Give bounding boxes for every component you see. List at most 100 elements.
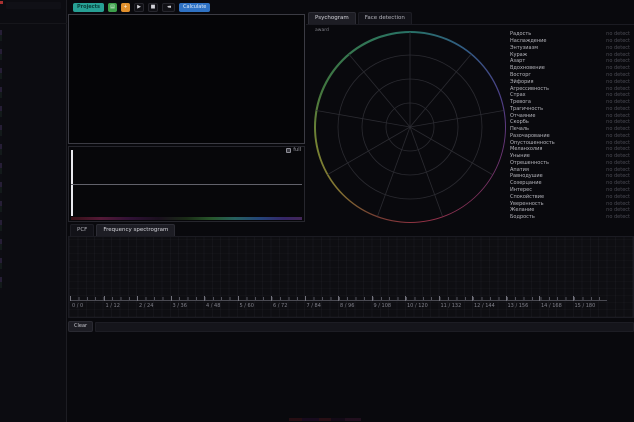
psychogram-panel: Psychogram Face detection award [306,12,634,222]
emotion-name: Восторг [510,72,531,78]
emotion-name: Уверенность [510,201,544,207]
projects-button[interactable]: Projects [73,3,104,12]
emotion-name: Интерес [510,187,532,193]
emotion-row: Уныние no detect [510,153,630,160]
axis-tick: 10 / 120 [405,301,439,314]
emotion-value: no detect [606,92,630,98]
clear-bar: Clear [68,320,634,333]
emotion-name: Бодрость [510,214,535,220]
volume-button[interactable]: ◂◂ [162,3,175,12]
spectrogram-plot[interactable]: 0 / 0 1 / 12 2 / 24 3 / 36 4 [68,236,634,318]
tab-pcf[interactable]: PCF [70,224,94,236]
emotion-value: no detect [606,45,630,51]
emotion-value: no detect [606,106,630,112]
tick-label: 15 / 180 [575,303,596,309]
radar-grid [314,31,506,223]
axis-tick: 8 / 96 [338,301,372,314]
emotion-name: Страх [510,92,526,98]
calculate-button[interactable]: Calculate [179,3,210,12]
emotion-row: Восторг no detect [510,72,630,79]
emotion-name: Апатия [510,167,529,173]
time-axis: 0 / 0 1 / 12 2 / 24 3 / 36 4 [70,300,607,314]
add-button[interactable]: + [121,3,130,12]
tick-label: 12 / 144 [474,303,495,309]
spectrogram-tabs: PCF Frequency spectrogram [70,224,175,236]
emotion-list: Радость no detect Наслаждение no detect … [510,31,630,220]
emotion-row: Созерцание no detect [510,180,630,187]
playhead-cursor[interactable] [71,150,73,216]
emotion-value: no detect [606,86,630,92]
emotion-name: Опустошенность [510,140,555,146]
axis-tick: 11 / 132 [439,301,473,314]
axis-tick: 4 / 48 [204,301,238,314]
stop-icon: ■ [151,5,156,10]
stop-button[interactable]: ■ [148,3,158,12]
emotion-value: no detect [606,99,630,105]
emotion-row: Уверенность no detect [510,200,630,207]
tick-label: 8 / 96 [340,303,354,309]
tab-frequency-spectrogram[interactable]: Frequency spectrogram [96,224,175,236]
tick-label: 3 / 36 [173,303,187,309]
projects-sidebar [0,0,67,422]
tab-face-detection[interactable]: Face detection [358,12,412,24]
tick-label: 2 / 24 [139,303,153,309]
emotion-value: no detect [606,160,630,166]
emotion-name: Отчаяние [510,113,535,119]
emotion-name: Кураж [510,52,527,58]
tick-label: 4 / 48 [206,303,220,309]
emotion-name: Радость [510,31,531,37]
tick-label: 5 / 60 [240,303,254,309]
emotion-row: Разочарование no detect [510,132,630,139]
emotion-row: Отрешенность no detect [510,160,630,167]
emotion-row: Печаль no detect [510,126,630,133]
emotion-name: Трагичность [510,106,543,112]
play-button[interactable]: ▶ [134,3,144,12]
axis-tick: 12 / 144 [472,301,506,314]
emotion-value: no detect [606,119,630,125]
red-indicator-dot [0,1,3,4]
psychogram-tabs: Psychogram Face detection [308,12,412,24]
folder-icon: ▤ [110,5,115,10]
open-project-button[interactable]: ▤ [108,3,117,12]
spectrum-color-strip [71,217,302,220]
emotion-name: Меланхолия [510,146,542,152]
emotion-name: Тревога [510,99,531,105]
emotion-value: no detect [606,58,630,64]
axis-tick: 7 / 84 [305,301,339,314]
emotion-row: Энтузиазм no detect [510,45,630,52]
tab-psychogram[interactable]: Psychogram [308,12,356,24]
axis-tick: 1 / 12 [104,301,138,314]
tick-label: 13 / 156 [508,303,529,309]
emotion-value: no detect [606,38,630,44]
emotion-value: no detect [606,207,630,213]
waveform-panel: full [68,146,305,222]
emotion-name: Разочарование [510,133,550,139]
video-preview [68,14,305,144]
emotion-value: no detect [606,126,630,132]
emotion-row: Интерес no detect [510,187,630,194]
emotion-row: Наслаждение no detect [510,38,630,45]
emotion-row: Страх no detect [510,92,630,99]
emotion-row: Равнодушие no detect [510,173,630,180]
emotion-value: no detect [606,146,630,152]
emotion-name: Желание [510,207,534,213]
emotion-row: Отчаяние no detect [510,112,630,119]
tick-label: 9 / 108 [374,303,392,309]
emotion-value: no detect [606,214,630,220]
full-checkbox[interactable]: full [286,148,301,153]
axis-tick: 2 / 24 [137,301,171,314]
clear-button[interactable]: Clear [68,321,93,333]
tick-label: 1 / 12 [106,303,120,309]
emotion-value: no detect [606,194,630,200]
sidebar-header [6,2,61,9]
full-label: full [293,148,301,153]
emotion-value: no detect [606,52,630,58]
emotion-row: Эйфория no detect [510,78,630,85]
emotion-value: no detect [606,167,630,173]
waveform-baseline [71,184,302,185]
plus-icon: + [123,5,127,10]
axis-tick: 5 / 60 [238,301,272,314]
emotion-value: no detect [606,187,630,193]
emotion-value: no detect [606,133,630,139]
emotion-name: Созерцание [510,180,542,186]
